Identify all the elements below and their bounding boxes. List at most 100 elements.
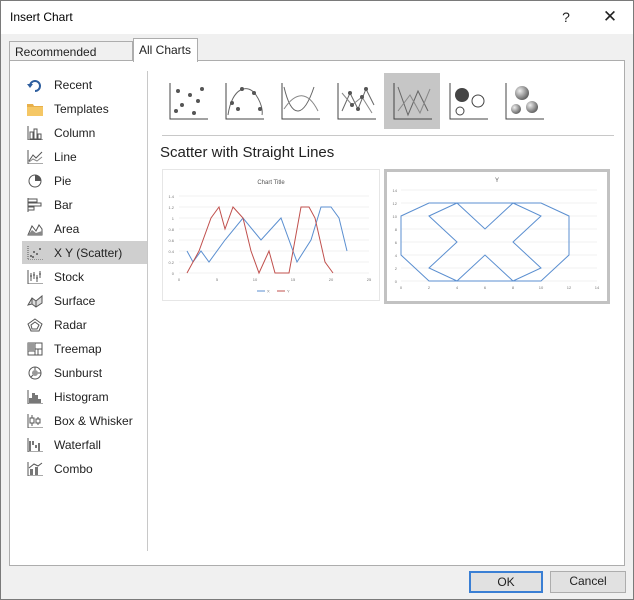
sidebar-item-waterfall[interactable]: Waterfall <box>22 433 148 456</box>
scatter-chart-icon <box>26 245 44 261</box>
tab-recommended-charts[interactable]: Recommended Charts <box>9 41 133 79</box>
sidebar-item-label: Recent <box>54 77 93 92</box>
y-tick-label: 10 <box>393 214 398 219</box>
pie-chart-icon <box>26 173 44 189</box>
help-button[interactable]: ? <box>552 5 580 29</box>
y-tick-label: 0 <box>172 271 175 276</box>
sidebar-item-label: Waterfall <box>54 437 101 452</box>
y-tick-label: 6 <box>395 240 398 245</box>
dialog-title: Insert Chart <box>10 10 73 24</box>
preview-chart-title: Y <box>495 178 499 184</box>
y-tick-label: 8 <box>395 227 398 232</box>
sidebar-item-label: Bar <box>54 197 73 212</box>
bubble-icon <box>449 83 488 120</box>
sidebar-item-xy-scatter[interactable]: X Y (Scatter) <box>22 241 148 264</box>
sidebar-divider <box>147 71 148 551</box>
scatter-straight-lines-icon <box>393 83 432 120</box>
selected-subtype-title: Scatter with Straight Lines <box>160 144 335 161</box>
folder-icon <box>26 101 44 117</box>
x-tick-label: 8 <box>512 285 515 290</box>
y-tick-label: 0.4 <box>168 249 174 254</box>
x-tick-label: 10 <box>539 285 544 290</box>
subtype-scatter[interactable] <box>160 73 216 129</box>
close-button[interactable]: ✕ <box>596 5 624 29</box>
subtype-scatter-straight-markers[interactable] <box>328 73 384 129</box>
preview-chart-title: Chart Title <box>257 180 285 186</box>
subtype-scatter-straight-lines[interactable] <box>384 73 440 129</box>
area-chart-icon <box>26 221 44 237</box>
sidebar-item-bar[interactable]: Bar <box>22 193 148 216</box>
y-tick-label: 14 <box>393 188 398 193</box>
chart-type-list: Recent Templates Column Line Pie Bar Are… <box>20 71 148 549</box>
legend-label-x: X <box>267 289 270 294</box>
sidebar-item-box-whisker[interactable]: Box & Whisker <box>22 409 148 432</box>
sidebar-item-label: Area <box>54 221 80 236</box>
y-tick-label: 4 <box>395 253 398 258</box>
histogram-chart-icon <box>26 389 44 405</box>
sidebar-item-label: Combo <box>54 461 93 476</box>
sidebar-item-treemap[interactable]: Treemap <box>22 337 148 360</box>
gallery-divider <box>162 135 614 136</box>
sidebar-item-pie[interactable]: Pie <box>22 169 148 192</box>
x-tick-label: 6 <box>484 285 487 290</box>
sidebar-item-label: Treemap <box>54 341 102 356</box>
sidebar-item-label: X Y (Scatter) <box>54 245 123 260</box>
y-tick-label: 2 <box>395 266 398 271</box>
line-chart-icon <box>26 149 44 165</box>
sidebar-item-surface[interactable]: Surface <box>22 289 148 312</box>
x-tick-label: 5 <box>216 277 219 282</box>
sidebar-item-label: Sunburst <box>54 365 103 380</box>
sidebar-item-templates[interactable]: Templates <box>22 97 148 120</box>
y-tick-label: 1.2 <box>168 205 174 210</box>
subtype-bubble[interactable] <box>440 73 496 129</box>
title-bar: Insert Chart ? ✕ <box>1 1 633 34</box>
cancel-button[interactable]: Cancel <box>550 571 626 593</box>
subtype-scatter-smooth-markers[interactable] <box>216 73 272 129</box>
y-tick-label: 0.8 <box>168 227 174 232</box>
ok-button[interactable]: OK <box>469 571 543 593</box>
x-tick-label: 0 <box>178 277 181 282</box>
y-tick-label: 1 <box>172 216 175 221</box>
subtype-scatter-smooth-lines[interactable] <box>272 73 328 129</box>
sidebar-item-area[interactable]: Area <box>22 217 148 240</box>
x-tick-label: 12 <box>567 285 572 290</box>
chart-preview-1[interactable]: Chart Title 0 0.2 0.4 0.6 0.8 1 1.2 1.4 <box>162 169 380 301</box>
sidebar-item-column[interactable]: Column <box>22 121 148 144</box>
radar-chart-icon <box>26 317 44 333</box>
insert-chart-dialog: Insert Chart ? ✕ Recommended Charts All … <box>0 0 634 600</box>
x-tick-label: 10 <box>253 277 258 282</box>
surface-chart-icon <box>26 293 44 309</box>
subtype-bubble-3d[interactable] <box>496 73 552 129</box>
x-tick-label: 15 <box>291 277 296 282</box>
scatter-smooth-markers-icon <box>225 83 264 120</box>
x-tick-label: 0 <box>400 285 403 290</box>
sidebar-item-combo[interactable]: Combo <box>22 457 148 480</box>
bubble-3d-icon <box>505 83 544 120</box>
bar-chart-icon <box>26 197 44 213</box>
x-tick-label: 4 <box>456 285 459 290</box>
sidebar-item-label: Stock <box>54 269 85 284</box>
recent-icon <box>26 77 44 93</box>
sidebar-item-stock[interactable]: Stock <box>22 265 148 288</box>
sidebar-item-label: Pie <box>54 173 72 188</box>
sidebar-item-line[interactable]: Line <box>22 145 148 168</box>
chart-preview-2[interactable]: Y 0 2 4 6 8 10 12 14 0 2 4 6 8 10 12 14 <box>384 169 610 304</box>
y-tick-label: 0.2 <box>168 260 174 265</box>
sidebar-item-label: Histogram <box>54 389 109 404</box>
sidebar-item-sunburst[interactable]: Sunburst <box>22 361 148 384</box>
tab-all-charts[interactable]: All Charts <box>133 38 198 62</box>
dialog-footer: OK Cancel <box>1 567 633 600</box>
sidebar-item-histogram[interactable]: Histogram <box>22 385 148 408</box>
combo-chart-icon <box>26 461 44 477</box>
sidebar-item-recent[interactable]: Recent <box>22 73 148 96</box>
column-chart-icon <box>26 125 44 141</box>
sunburst-chart-icon <box>26 365 44 381</box>
sidebar-item-label: Radar <box>54 317 87 332</box>
scatter-straight-markers-icon <box>337 83 376 120</box>
sidebar-item-label: Column <box>54 125 96 140</box>
sidebar-item-label: Box & Whisker <box>54 413 133 428</box>
y-tick-label: 0.6 <box>168 238 174 243</box>
sidebar-item-radar[interactable]: Radar <box>22 313 148 336</box>
stock-chart-icon <box>26 269 44 285</box>
treemap-chart-icon <box>26 341 44 357</box>
